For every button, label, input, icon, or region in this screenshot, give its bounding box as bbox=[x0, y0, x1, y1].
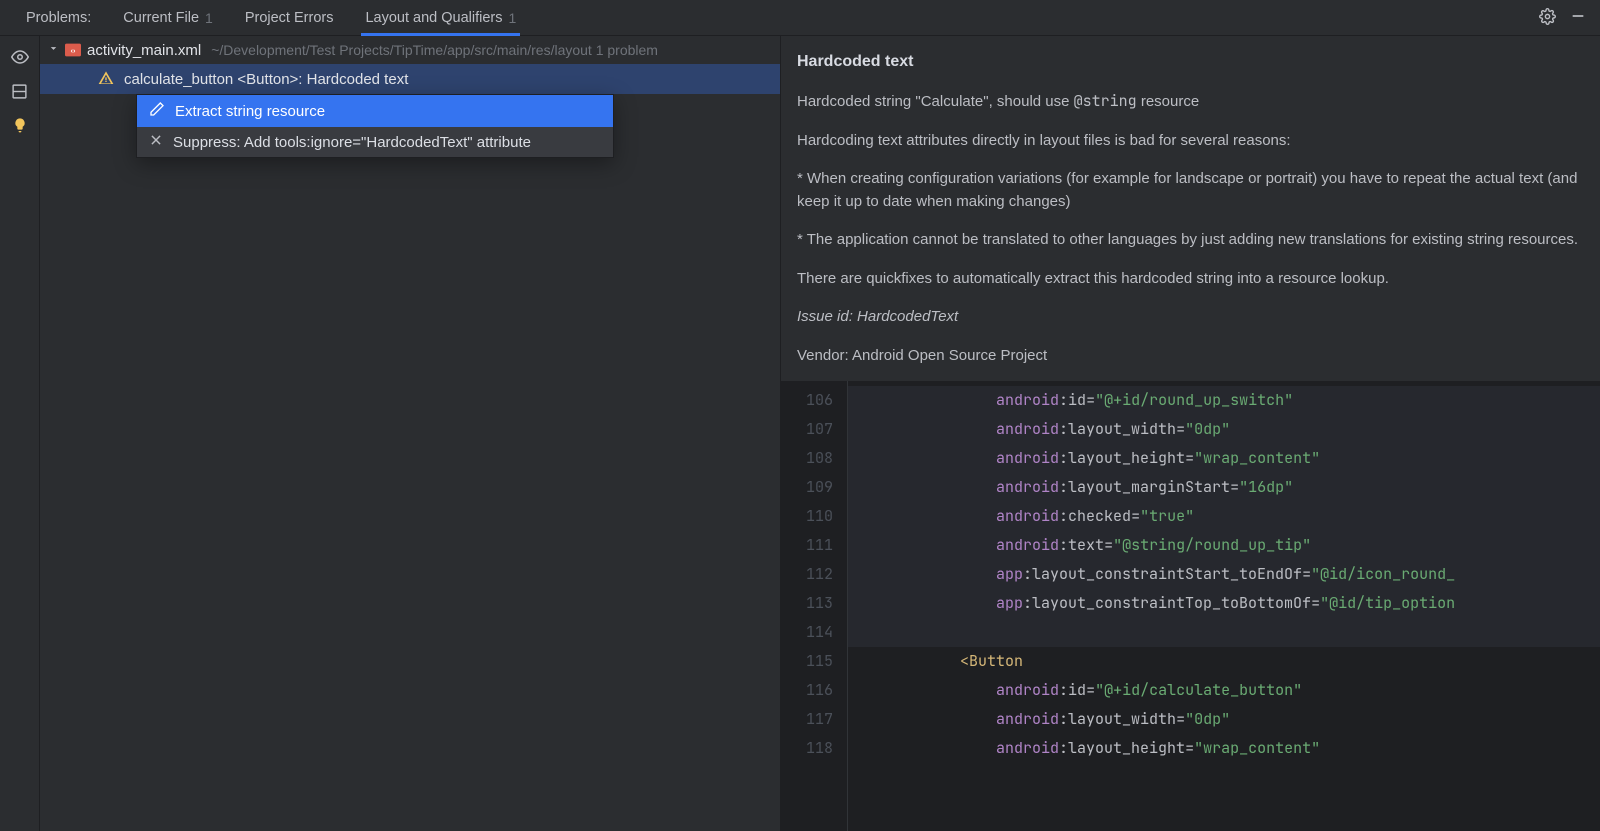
xml-file-icon: ‹› bbox=[65, 43, 81, 57]
detail-text: * The application cannot be translated t… bbox=[797, 229, 1584, 252]
detail-pane: Hardcoded text Hardcoded string "Calcula… bbox=[780, 36, 1600, 831]
fix-label: Suppress: Add tools:ignore="HardcodedTex… bbox=[173, 134, 531, 151]
eye-refresh-icon[interactable] bbox=[11, 48, 29, 69]
warning-icon bbox=[98, 70, 114, 89]
tree-file-path: ~/Development/Test Projects/TipTime/app/… bbox=[211, 42, 658, 58]
left-gutter bbox=[0, 36, 40, 831]
detail-title: Hardcoded text bbox=[797, 50, 1584, 74]
issue-id: Issue id: HardcodedText bbox=[797, 306, 1584, 329]
detail-text: Hardcoding text attributes directly in l… bbox=[797, 130, 1584, 153]
quick-fix-popup: Extract string resource Suppress: Add to… bbox=[136, 94, 614, 158]
tab-current-file[interactable]: Current File 1 bbox=[107, 0, 229, 35]
lightbulb-icon[interactable] bbox=[12, 117, 28, 136]
line-number-gutter: 106107108109110111112113114115116117118 bbox=[781, 381, 847, 831]
fix-suppress[interactable]: Suppress: Add tools:ignore="HardcodedTex… bbox=[137, 127, 613, 157]
detail-description: Hardcoded text Hardcoded string "Calcula… bbox=[781, 36, 1600, 381]
minimize-icon[interactable] bbox=[1570, 8, 1586, 27]
fix-label: Extract string resource bbox=[175, 103, 325, 120]
chevron-down-icon[interactable] bbox=[48, 43, 59, 57]
code-body[interactable]: android:id="@+id/round_up_switch" androi… bbox=[847, 381, 1600, 831]
tab-project-errors[interactable]: Project Errors bbox=[229, 0, 350, 35]
tree-problem-row[interactable]: calculate_button <Button>: Hardcoded tex… bbox=[40, 64, 780, 94]
code-preview[interactable]: 106107108109110111112113114115116117118 … bbox=[781, 381, 1600, 831]
layout-icon[interactable] bbox=[11, 83, 28, 103]
tree-file-row[interactable]: ‹› activity_main.xml ~/Development/Test … bbox=[40, 36, 780, 64]
vendor-text: Vendor: Android Open Source Project bbox=[797, 345, 1584, 368]
problems-tab-bar: Problems: Current File 1 Project Errors … bbox=[0, 0, 1600, 36]
gear-icon[interactable] bbox=[1539, 8, 1556, 28]
detail-text: * When creating configuration variations… bbox=[797, 168, 1584, 213]
svg-text:‹›: ‹› bbox=[71, 46, 76, 55]
detail-text: Hardcoded string "Calculate", should use… bbox=[797, 90, 1584, 114]
tab-problems-label: Problems: bbox=[10, 0, 107, 35]
detail-text: There are quickfixes to automatically ex… bbox=[797, 268, 1584, 291]
tree-problem-label: calculate_button <Button>: Hardcoded tex… bbox=[124, 71, 408, 88]
close-icon bbox=[149, 133, 163, 151]
tab-layout-qualifiers[interactable]: Layout and Qualifiers 1 bbox=[349, 0, 532, 35]
problems-tree[interactable]: ‹› activity_main.xml ~/Development/Test … bbox=[40, 36, 780, 831]
edit-icon bbox=[149, 101, 165, 121]
fix-extract-string[interactable]: Extract string resource bbox=[137, 95, 613, 127]
tree-file-name: activity_main.xml bbox=[87, 42, 201, 59]
